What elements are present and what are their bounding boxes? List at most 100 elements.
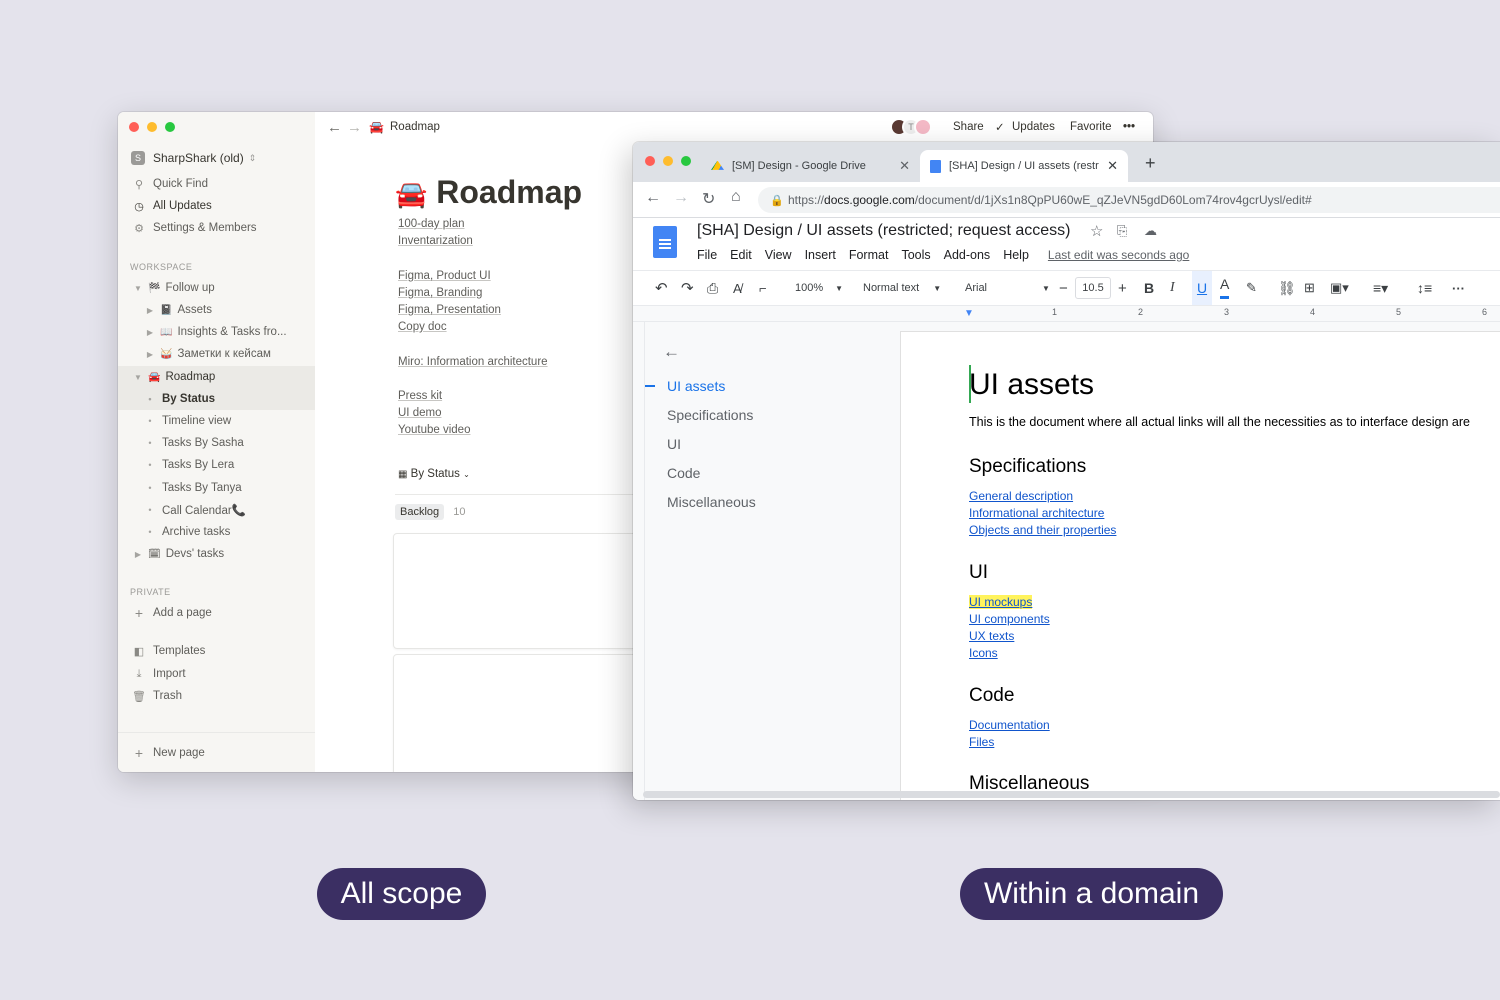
doc-link[interactable]: Icons [969,646,998,660]
link-copy-doc[interactable]: Copy doc [398,321,447,333]
reload-icon[interactable]: ↻ [702,189,715,209]
outline-item-miscellaneous[interactable]: Miscellaneous [667,494,756,510]
sidebar-view-archive[interactable]: • Archive tasks [118,521,315,543]
highlight-icon[interactable]: ✎ [1246,271,1257,305]
settings-item[interactable]: ⚙ Settings & Members [118,217,315,239]
close-window-button[interactable] [129,122,139,132]
increase-size-icon[interactable]: + [1118,271,1127,305]
sidebar-item-follow-up[interactable]: ▼ 🏁 Follow up [118,277,315,299]
sidebar-item-zametki[interactable]: ▶ 🥁 Заметки к кейсам [118,343,315,365]
forward-arrow-icon[interactable]: → [347,119,362,136]
link-icon[interactable]: ⛓ [1278,271,1296,305]
ruler[interactable]: ▼ 1 2 3 4 5 6 [633,306,1500,322]
board-group-header[interactable]: Backlog 10 [395,504,465,520]
menu-addons[interactable]: Add-ons [944,248,991,262]
sidebar-item-devs-tasks[interactable]: ▶ 🗓 Devs' tasks [118,543,315,565]
document-page[interactable]: UI assets This is the document where all… [901,332,1500,800]
outline-item-code[interactable]: Code [667,465,700,481]
new-page-button[interactable]: + New page [118,742,315,764]
sidebar-view-timeline[interactable]: • Timeline view [118,410,315,432]
templates-item[interactable]: ◧ Templates [118,640,315,662]
breadcrumb[interactable]: Roadmap [390,121,440,133]
link-figma-branding[interactable]: Figma, Branding [398,287,482,299]
doc-link[interactable]: Documentation [969,718,1050,732]
more-icon[interactable]: ••• [1123,121,1135,133]
link-figma-product[interactable]: Figma, Product UI [398,270,491,282]
zoom-window-button[interactable] [681,156,691,166]
bold-icon[interactable]: B [1144,271,1154,305]
more-icon[interactable]: ··· [1452,271,1465,305]
view-selector[interactable]: ▦ By Status ⌄ [398,468,470,480]
outline-item-ui-assets[interactable]: UI assets [667,378,725,394]
link-youtube[interactable]: Youtube video [398,424,470,436]
image-icon[interactable]: ▣▾ [1330,271,1349,305]
tab-google-docs[interactable]: [SHA] Design / UI assets (restr ✕ [920,150,1128,182]
forward-arrow-icon[interactable]: → [673,189,689,207]
outline-item-specifications[interactable]: Specifications [667,407,753,423]
doc-title[interactable]: [SHA] Design / UI assets (restricted; re… [697,222,1070,240]
zoom-window-button[interactable] [165,122,175,132]
quick-find-item[interactable]: ⚲ Quick Find [118,173,315,195]
line-spacing-icon[interactable]: ↕≡ [1417,271,1432,305]
back-arrow-icon[interactable]: ← [327,119,342,136]
decrease-size-icon[interactable]: − [1059,271,1068,305]
zoom-select[interactable]: 100% ▼ [795,271,843,305]
star-icon[interactable]: ☆ [1090,222,1103,240]
caret-down-icon[interactable]: ▼ [132,373,144,382]
sidebar-view-sasha[interactable]: • Tasks By Sasha [118,432,315,454]
back-arrow-icon[interactable]: ← [645,189,661,207]
share-button[interactable]: Share [953,121,984,133]
spellcheck-icon[interactable]: A̸ [733,271,742,305]
sidebar-view-lera[interactable]: • Tasks By Lera [118,454,315,476]
close-window-button[interactable] [645,156,655,166]
page-title[interactable]: 🚘 Roadmap [395,174,582,211]
doc-link[interactable]: Informational architecture [969,506,1104,520]
add-page-button[interactable]: + Add a page [118,602,315,624]
trash-item[interactable]: 🗑 Trash [118,685,315,707]
menu-insert[interactable]: Insert [805,248,836,262]
doc-link[interactable]: UI components [969,612,1050,626]
tab-google-drive[interactable]: [SM] Design - Google Drive ✕ [711,150,916,182]
link-inventarization[interactable]: Inventarization [398,235,473,247]
move-folder-icon[interactable]: ⎘ [1117,223,1127,239]
cloud-status-icon[interactable]: ☁ [1144,223,1157,239]
docs-logo-icon[interactable] [653,226,677,258]
align-icon[interactable]: ≡▾ [1373,271,1388,305]
caret-right-icon[interactable]: ▶ [144,306,156,315]
favorite-button[interactable]: Favorite [1070,121,1112,133]
minimize-window-button[interactable] [147,122,157,132]
close-outline-arrow-icon[interactable]: ← [663,342,680,362]
doc-link[interactable]: General description [969,489,1073,503]
last-edit-link[interactable]: Last edit was seconds ago [1048,248,1189,262]
minimize-window-button[interactable] [663,156,673,166]
style-select[interactable]: Normal text ▼ [863,271,941,305]
doc-link[interactable]: Objects and their properties [969,523,1116,537]
redo-icon[interactable]: ↷ [681,271,694,305]
italic-icon[interactable]: I [1170,271,1175,305]
doc-link[interactable]: UX texts [969,629,1014,643]
undo-icon[interactable]: ↶ [655,271,668,305]
link-miro[interactable]: Miro: Information architecture [398,356,548,368]
horizontal-scrollbar[interactable] [643,791,1500,798]
caret-down-icon[interactable]: ▼ [132,284,144,293]
all-updates-item[interactable]: ◷ All Updates [118,195,315,217]
sidebar-view-call-calendar[interactable]: • Call Calendar📞 [118,499,315,521]
doc-link-highlighted[interactable]: UI mockups [969,595,1033,609]
new-tab-icon[interactable]: + [1145,153,1156,174]
sidebar-view-tanya[interactable]: • Tasks By Tanya [118,477,315,499]
menu-tools[interactable]: Tools [901,248,930,262]
underline-icon[interactable]: U [1192,271,1212,305]
font-select[interactable]: Arial ▼ [965,271,1050,305]
indent-marker-icon[interactable]: ▼ [964,308,974,319]
caret-right-icon[interactable]: ▶ [144,328,156,337]
outline-item-ui[interactable]: UI [667,436,681,452]
address-bar[interactable]: 🔒 https://docs.google.com/document/d/1jX… [758,187,1500,213]
import-item[interactable]: ⤓ Import [118,663,315,685]
sidebar-item-assets[interactable]: ▶ 📓 Assets [118,299,315,321]
sidebar-item-roadmap[interactable]: ▼ 🚘 Roadmap [118,366,315,388]
close-tab-icon[interactable]: ✕ [899,158,910,174]
menu-help[interactable]: Help [1003,248,1029,262]
sidebar-view-by-status[interactable]: • By Status [118,388,315,410]
home-icon[interactable]: ⌂ [731,188,741,206]
menu-view[interactable]: View [765,248,792,262]
